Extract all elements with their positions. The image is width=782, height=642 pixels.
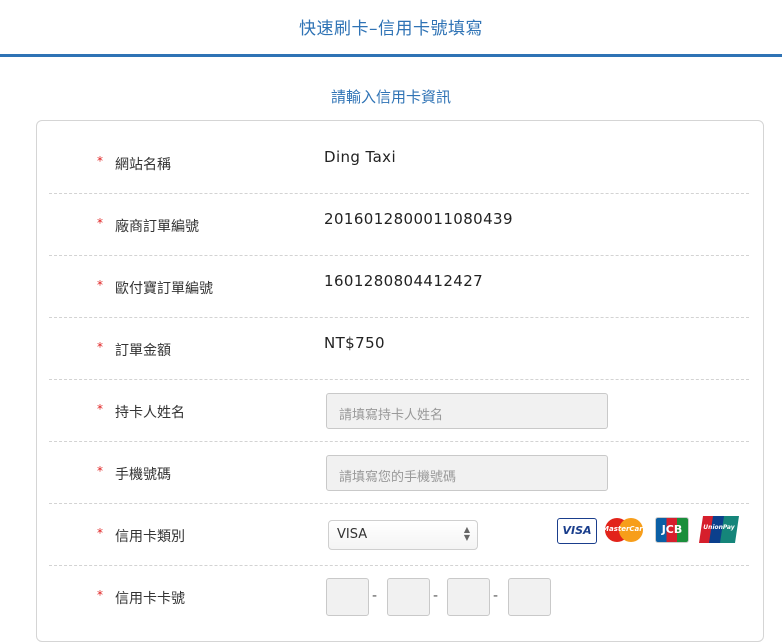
allpay-order-label: 歐付寶訂單編號 <box>115 281 213 297</box>
card-number-part-4-input[interactable] <box>508 578 551 616</box>
row-cardholder: * 持卡人姓名 請填寫持卡人姓名 <box>49 380 749 442</box>
row-allpay-order: * 歐付寶訂單編號 1601280804412427 <box>49 256 749 318</box>
form-subtitle: 請輸入信用卡資訊 <box>330 88 451 106</box>
site-name-value: Ding Taxi <box>324 148 397 166</box>
phone-label: 手機號碼 <box>115 467 171 483</box>
merchant-order-label: 廠商訂單編號 <box>115 219 199 235</box>
required-asterisk: * <box>97 154 103 168</box>
card-number-separator: - <box>493 588 499 604</box>
card-number-separator: - <box>433 588 439 604</box>
card-number-separator: - <box>372 588 378 604</box>
amount-label: 訂單金額 <box>115 343 171 359</box>
phone-number-input[interactable]: 請填寫您的手機號碼 <box>326 455 608 491</box>
row-card-type: * 信用卡類別 VISA ▲ ▼ VISA MasterCard JCB Unio… <box>49 504 749 566</box>
required-asterisk: * <box>97 526 103 540</box>
page-title: 快速刷卡–信用卡號填寫 <box>299 19 483 39</box>
card-number-part-3-input[interactable] <box>447 578 490 616</box>
card-number-part-1-input[interactable] <box>326 578 369 616</box>
cardholder-name-input[interactable]: 請填寫持卡人姓名 <box>326 393 608 429</box>
required-asterisk: * <box>97 278 103 292</box>
card-type-selected: VISA <box>337 527 368 542</box>
site-name-label: 網站名稱 <box>115 157 171 173</box>
card-type-select[interactable]: VISA ▲ ▼ <box>328 520 478 550</box>
cardholder-label: 持卡人姓名 <box>115 405 185 421</box>
allpay-order-value: 1601280804412427 <box>324 272 484 290</box>
amount-value: NT$750 <box>324 334 385 352</box>
required-asterisk: * <box>97 216 103 230</box>
row-site-name: * 網站名稱 Ding Taxi <box>49 132 749 194</box>
merchant-order-value: 2016012800011080439 <box>324 210 513 228</box>
select-arrows-icon: ▲ ▼ <box>463 525 470 542</box>
required-asterisk: * <box>97 464 103 478</box>
row-merchant-order: * 廠商訂單編號 2016012800011080439 <box>49 194 749 256</box>
row-card-number: * 信用卡卡號 - - - <box>49 566 749 628</box>
card-number-label: 信用卡卡號 <box>115 591 185 607</box>
unionpay-logo-icon: UnionPay <box>699 516 739 543</box>
unionpay-logo-text: UnionPay <box>703 524 735 531</box>
mastercard-logo-icon: MasterCard <box>602 516 648 544</box>
row-amount: * 訂單金額 NT$750 <box>49 318 749 380</box>
mastercard-logo-text: MasterCard <box>602 525 648 533</box>
card-number-part-2-input[interactable] <box>387 578 430 616</box>
required-asterisk: * <box>97 340 103 354</box>
top-header: 快速刷卡–信用卡號填寫 <box>0 0 782 57</box>
required-asterisk: * <box>97 402 103 416</box>
card-type-label: 信用卡類別 <box>115 529 185 545</box>
row-phone: * 手機號碼 請填寫您的手機號碼 <box>49 442 749 504</box>
required-asterisk: * <box>97 588 103 602</box>
visa-logo-icon: VISA <box>557 518 597 544</box>
jcb-logo-icon: JCB <box>655 517 689 543</box>
